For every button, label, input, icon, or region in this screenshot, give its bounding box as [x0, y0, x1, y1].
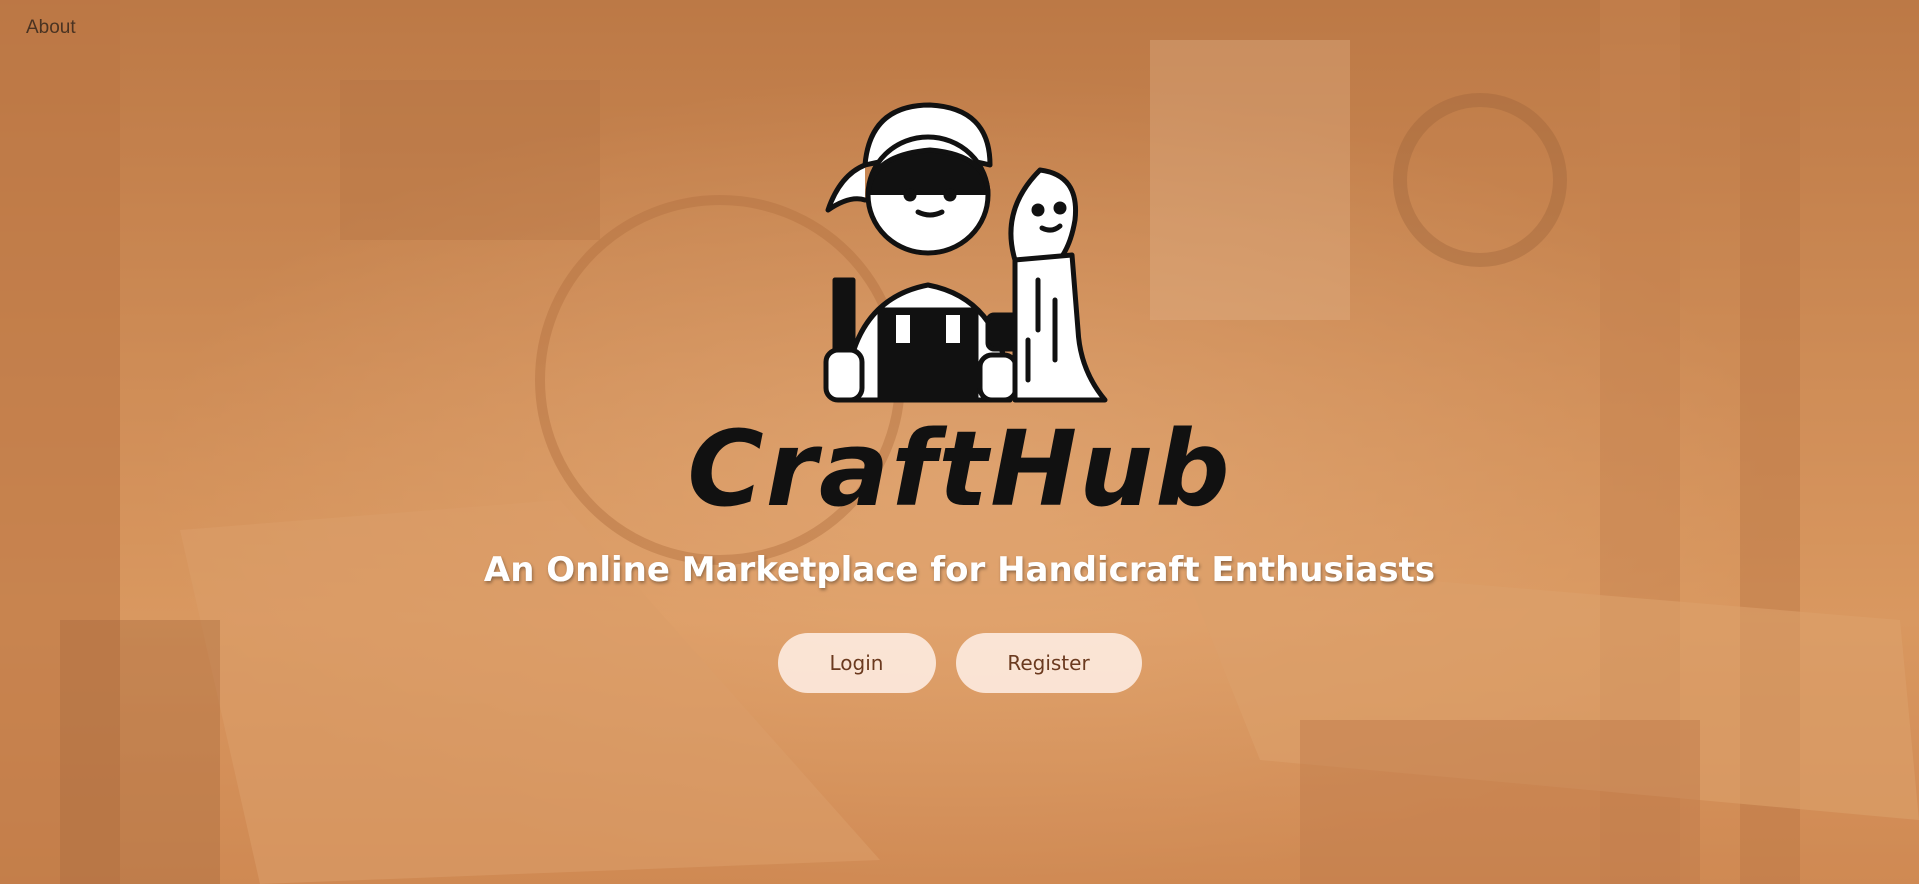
craftsman-icon — [823, 102, 1108, 403]
auth-buttons: Login Register — [0, 633, 1919, 693]
landing-page: About CraftHub An Online Marketplace for… — [0, 0, 1919, 884]
brand-name: CraftHub — [687, 408, 1232, 530]
login-button[interactable]: Login — [777, 633, 936, 693]
about-link[interactable]: About — [26, 17, 76, 39]
register-button[interactable]: Register — [955, 633, 1142, 693]
hero-tagline: An Online Marketplace for Handicraft Ent… — [483, 550, 1436, 590]
